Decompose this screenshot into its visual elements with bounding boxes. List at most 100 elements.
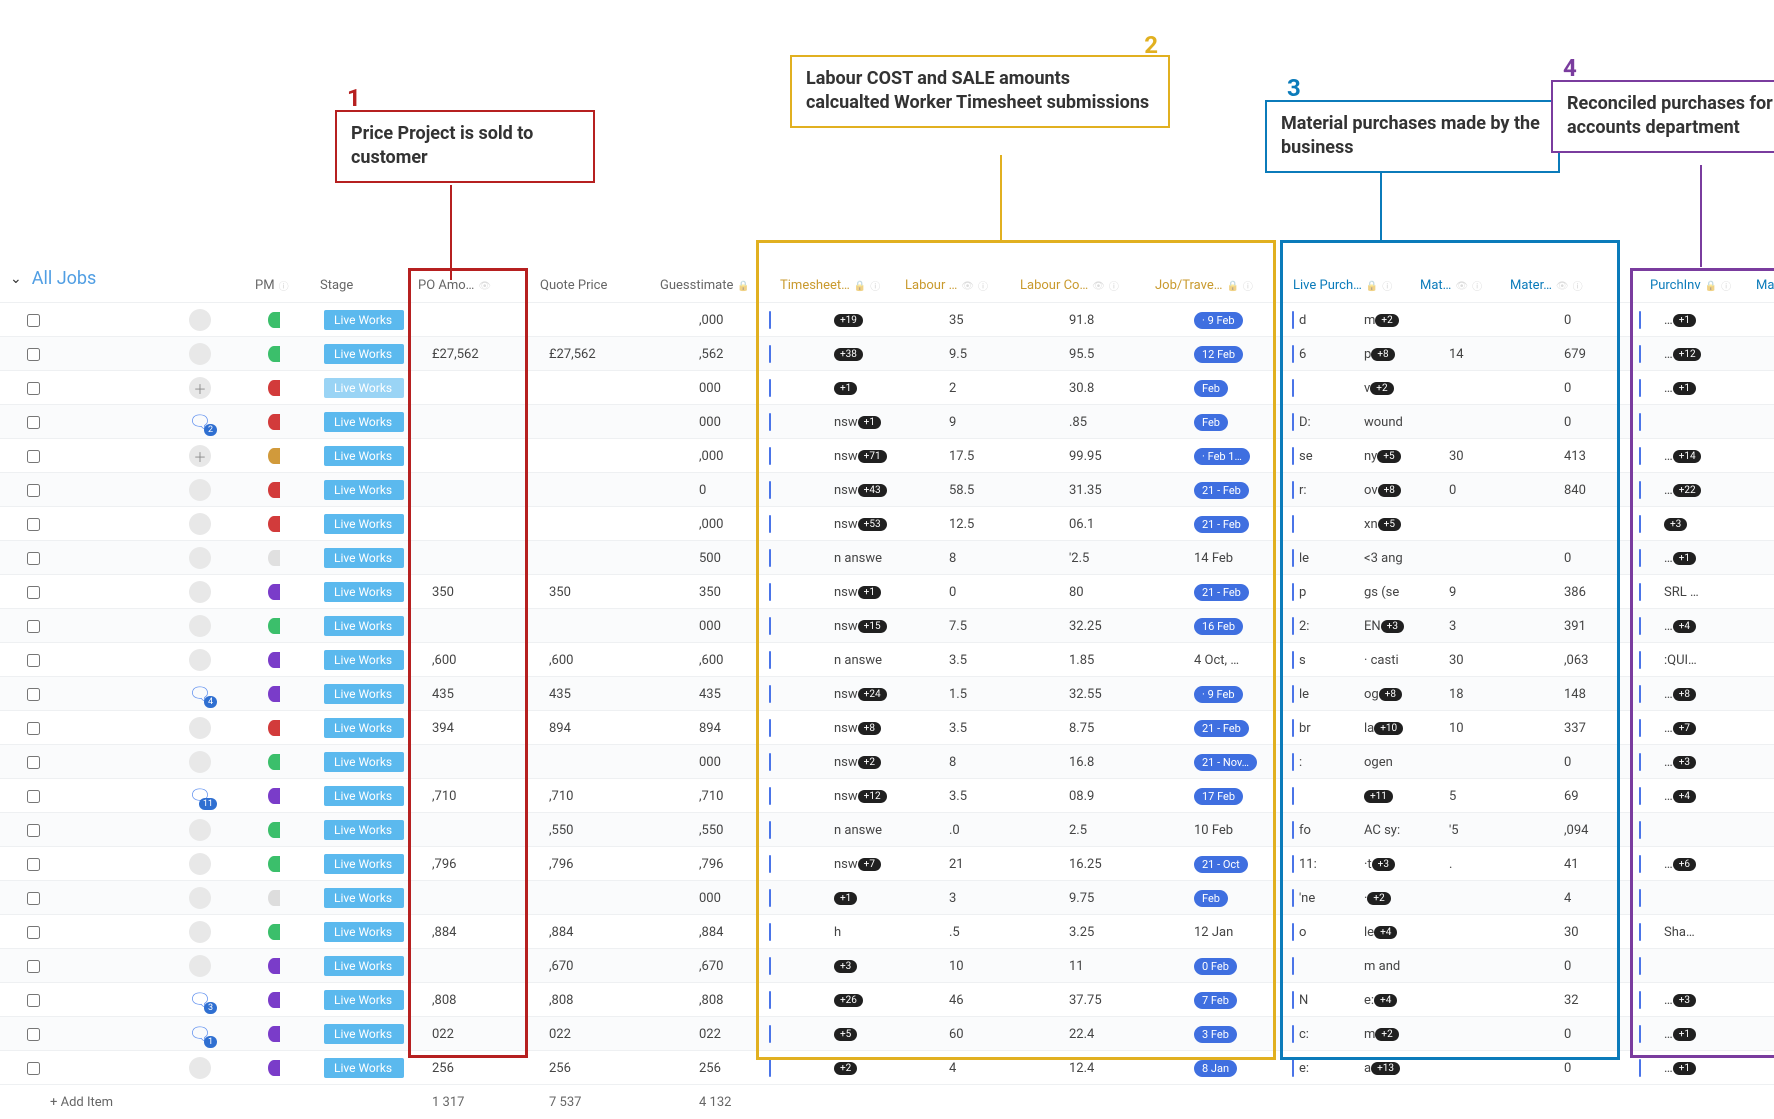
count-badge[interactable]: +1 xyxy=(1673,1028,1696,1041)
labour-cost-cell[interactable]: 3.25 xyxy=(1065,915,1125,949)
count-badge[interactable]: +19 xyxy=(834,314,863,327)
job-date-cell[interactable]: Feb xyxy=(1190,405,1270,439)
live-purch-cell[interactable]: p+8 xyxy=(1360,337,1410,371)
count-badge[interactable]: +2 xyxy=(1367,892,1390,905)
table-row[interactable]: Live Works350350350nsw+108021 - Febpgs (… xyxy=(0,574,1774,608)
job-date-cell[interactable]: 21 - Feb xyxy=(1190,575,1270,609)
date-pill[interactable]: 17 Feb xyxy=(1194,788,1243,805)
labour-cost-cell[interactable]: 11 xyxy=(1065,949,1125,983)
labour-hours-cell[interactable]: 8 xyxy=(945,541,1000,575)
materials-1-cell[interactable]: 3 xyxy=(1445,609,1495,643)
live-purch-text[interactable]: r: xyxy=(1295,473,1323,507)
count-badge[interactable]: +38 xyxy=(834,348,863,361)
purchinv-cell[interactable]: Sha… xyxy=(1660,915,1705,949)
guesstimate-cell[interactable]: ,796 xyxy=(695,847,755,881)
job-date-cell[interactable]: · 9 Feb xyxy=(1190,303,1270,337)
purchinv-cell[interactable]: …+7 xyxy=(1660,711,1705,745)
date-pill[interactable]: 21 - Feb xyxy=(1194,516,1249,533)
materials-1-cell[interactable]: . xyxy=(1445,847,1495,881)
labour-hours-cell[interactable]: 10 xyxy=(945,949,1000,983)
job-date-cell[interactable]: 14 Feb xyxy=(1190,541,1270,575)
live-purch-cell[interactable]: xn+5 xyxy=(1360,507,1410,541)
materials-2-cell[interactable]: 69 xyxy=(1560,779,1610,813)
count-badge[interactable]: +3 xyxy=(1372,858,1395,871)
count-badge[interactable]: +8 xyxy=(1371,348,1394,361)
collapse-group-icon[interactable]: ⌄ xyxy=(10,271,22,287)
pm-avatar[interactable] xyxy=(189,649,211,671)
count-badge[interactable]: +1 xyxy=(1673,1062,1696,1075)
materials-1-cell[interactable]: '5 xyxy=(1445,813,1495,847)
table-row[interactable]: 🗨11Live Works,710,710,710nsw+123.508.917… xyxy=(0,778,1774,812)
labour-hours-cell[interactable]: 58.5 xyxy=(945,473,1000,507)
stage-pill[interactable]: Live Works xyxy=(324,548,404,568)
count-badge[interactable]: +12 xyxy=(1673,348,1701,361)
po-amount-cell[interactable] xyxy=(428,881,518,915)
timesheet-cell[interactable]: nsw+8 xyxy=(830,711,900,745)
col-job-travel[interactable]: Job/Trave… xyxy=(1155,270,1265,300)
live-purch-cell[interactable]: la+10 xyxy=(1360,711,1410,745)
row-checkbox[interactable] xyxy=(15,507,45,541)
labour-cost-cell[interactable]: 1.85 xyxy=(1065,643,1125,677)
quote-price-cell[interactable] xyxy=(545,473,635,507)
materials-1-cell[interactable] xyxy=(1445,915,1495,949)
stage-pill[interactable]: Live Works xyxy=(324,922,404,942)
purchinv-cell[interactable]: …+8 xyxy=(1660,677,1705,711)
count-badge[interactable]: +1 xyxy=(858,586,881,599)
job-date-cell[interactable]: 21 - Feb xyxy=(1190,711,1270,745)
table-row[interactable]: Live Works394894894nsw+83.58.7521 - Febb… xyxy=(0,710,1774,744)
labour-cost-cell[interactable]: 9.75 xyxy=(1065,881,1125,915)
materials-1-cell[interactable] xyxy=(1445,507,1495,541)
po-amount-cell[interactable]: 394 xyxy=(428,711,518,745)
purchinv-cell[interactable]: :QUI… xyxy=(1660,643,1705,677)
job-date-cell[interactable]: 10 Feb xyxy=(1190,813,1270,847)
labour-hours-cell[interactable]: 35 xyxy=(945,303,1000,337)
stage-pill[interactable]: Live Works xyxy=(324,718,404,738)
stage-pill[interactable]: Live Works xyxy=(324,412,404,432)
timesheet-cell[interactable]: +38 xyxy=(830,337,900,371)
date-pill[interactable]: 21 - Feb xyxy=(1194,720,1249,737)
guesstimate-cell[interactable]: 0 xyxy=(695,473,755,507)
count-badge[interactable]: +8 xyxy=(1673,688,1696,701)
row-checkbox[interactable] xyxy=(15,473,45,507)
group-title[interactable]: All Jobs xyxy=(32,268,97,289)
guesstimate-cell[interactable]: 000 xyxy=(695,745,755,779)
count-badge[interactable]: +7 xyxy=(858,858,881,871)
count-badge[interactable]: +1 xyxy=(858,416,881,429)
po-amount-cell[interactable] xyxy=(428,541,518,575)
quote-price-cell[interactable]: 022 xyxy=(545,1017,635,1051)
date-pill[interactable]: 21 - Feb xyxy=(1194,584,1249,601)
col-guesstimate[interactable]: Guesstimate xyxy=(660,270,770,300)
materials-2-cell[interactable]: 32 xyxy=(1560,983,1610,1017)
count-badge[interactable]: +3 xyxy=(1673,994,1696,1007)
row-checkbox[interactable] xyxy=(15,949,45,983)
quote-price-cell[interactable]: 350 xyxy=(545,575,635,609)
purchinv-cell[interactable]: …+3 xyxy=(1660,745,1705,779)
live-purch-cell[interactable]: gs (se xyxy=(1360,575,1410,609)
chat-icon[interactable]: 🗨1 xyxy=(189,1023,211,1045)
stage-pill[interactable]: Live Works xyxy=(324,752,404,772)
table-row[interactable]: Live Works,670,670+310110 Febm and0 xyxy=(0,948,1774,982)
labour-hours-cell[interactable]: 3.5 xyxy=(945,711,1000,745)
guesstimate-cell[interactable]: 500 xyxy=(695,541,755,575)
live-purch-cell[interactable]: ov+8 xyxy=(1360,473,1410,507)
materials-2-cell[interactable]: 386 xyxy=(1560,575,1610,609)
live-purch-text[interactable]: o xyxy=(1295,915,1323,949)
labour-hours-cell[interactable]: 1.5 xyxy=(945,677,1000,711)
labour-cost-cell[interactable]: 31.35 xyxy=(1065,473,1125,507)
col-materials-2[interactable]: Mater… xyxy=(1510,270,1605,300)
po-amount-cell[interactable]: ,808 xyxy=(428,983,518,1017)
pm-avatar[interactable] xyxy=(189,751,211,773)
materials-1-cell[interactable] xyxy=(1445,541,1495,575)
table-row[interactable]: Live Works,796,796,796nsw+72116.2521 - O… xyxy=(0,846,1774,880)
add-comment-icon[interactable]: ＋ xyxy=(189,377,211,399)
quote-price-cell[interactable] xyxy=(545,541,635,575)
guesstimate-cell[interactable]: ,670 xyxy=(695,949,755,983)
stage-pill[interactable]: Live Works xyxy=(324,820,404,840)
pm-avatar[interactable] xyxy=(189,717,211,739)
count-badge[interactable]: +2 xyxy=(1375,1028,1398,1041)
chat-icon[interactable]: 🗨2 xyxy=(189,411,211,433)
stage-pill[interactable]: Live Works xyxy=(324,310,404,330)
count-badge[interactable]: +10 xyxy=(1374,722,1403,735)
live-purch-text[interactable]: se xyxy=(1295,439,1323,473)
table-row[interactable]: 🗨1Live Works022022022+56022.43 Febc:m+20… xyxy=(0,1016,1774,1050)
